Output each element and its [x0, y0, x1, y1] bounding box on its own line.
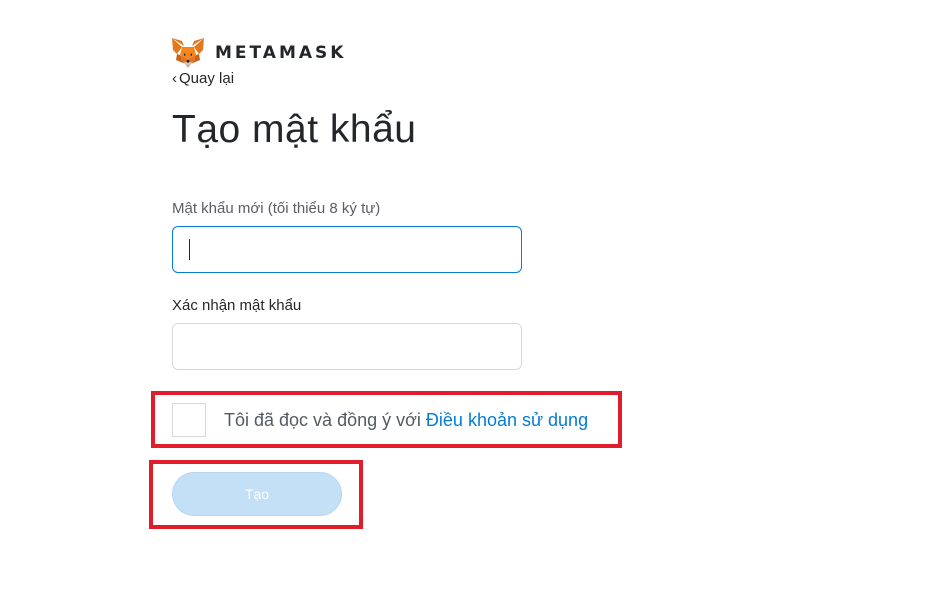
- create-password-page: METAMASK ‹ Quay lại Tạo mật khẩu Mật khẩ…: [0, 0, 930, 612]
- page-title: Tạo mật khẩu: [172, 108, 417, 151]
- create-button[interactable]: Tạo: [172, 472, 342, 516]
- metamask-fox-icon: [171, 37, 205, 69]
- new-password-field[interactable]: [172, 226, 522, 273]
- text-caret: [189, 239, 190, 260]
- chevron-left-icon: ‹: [172, 70, 177, 87]
- confirm-password-field[interactable]: [172, 323, 522, 370]
- terms-text: Tôi đã đọc và đồng ý với Điều khoản sử d…: [224, 410, 588, 431]
- terms-checkbox[interactable]: [172, 403, 206, 437]
- new-password-label: Mật khẩu mới (tối thiểu 8 ký tự): [172, 200, 381, 217]
- brand-name: METAMASK: [215, 43, 347, 63]
- confirm-password-label: Xác nhận mật khẩu: [172, 297, 302, 314]
- metamask-logo: METAMASK: [171, 37, 346, 69]
- terms-text-prefix: Tôi đã đọc và đồng ý với: [224, 410, 426, 430]
- terms-of-use-link[interactable]: Điều khoản sử dụng: [426, 410, 588, 430]
- create-button-label: Tạo: [244, 486, 270, 502]
- back-label: Quay lại: [179, 70, 235, 87]
- back-link[interactable]: ‹ Quay lại: [172, 70, 234, 87]
